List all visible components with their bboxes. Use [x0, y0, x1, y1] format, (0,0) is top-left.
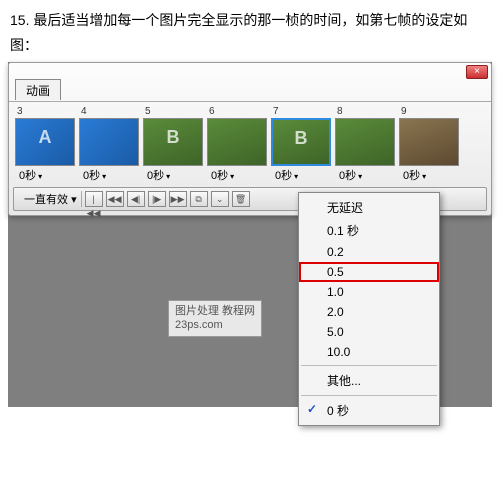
frame-number: 7 [271, 106, 333, 117]
loop-select[interactable]: 一直有效 ▾ [20, 191, 82, 207]
frame-number: 8 [335, 106, 397, 117]
menu-item[interactable]: 5.0 [299, 322, 439, 342]
frame-5[interactable]: 5B0秒 [143, 106, 205, 183]
frame-delay[interactable]: 0秒 [207, 167, 269, 183]
delete-frame-button[interactable]: 🗑 [232, 191, 250, 207]
frame-thumbnail[interactable] [207, 118, 267, 166]
next-frame-button[interactable]: ▶▶ [169, 191, 187, 207]
frame-number: 6 [207, 106, 269, 117]
instruction-text: 15. 最后适当增加每一个图片完全显示的那一桢的时间，如第七帧的设定如图： [0, 0, 500, 64]
frame-9[interactable]: 9 0秒 [399, 106, 461, 183]
menu-item[interactable]: 1.0 [299, 282, 439, 302]
frame-delay[interactable]: 0秒 [143, 167, 205, 183]
new-frame-button[interactable]: ⌄ [211, 191, 229, 207]
check-icon: ✓ [307, 402, 317, 416]
menu-item[interactable]: 0.5 [299, 262, 439, 282]
play-back-button[interactable]: ◀| [127, 191, 145, 207]
delay-context-menu: 无延迟0.1 秒0.20.51.02.05.010.0 其他... ✓0 秒 [298, 192, 440, 426]
menu-item[interactable]: ✓0 秒 [299, 399, 439, 422]
menu-separator [301, 395, 437, 396]
menu-item[interactable]: 其他... [299, 369, 439, 392]
tab-animation[interactable]: 动画 [15, 79, 61, 100]
menu-item[interactable]: 2.0 [299, 302, 439, 322]
screenshot-area: × 动画 3A0秒40秒5B0秒60秒7B0秒80秒90秒 一直有效 ▾ |◀◀… [8, 62, 492, 407]
frame-delay[interactable]: 0秒 [335, 167, 397, 183]
watermark: 图片处理 教程网23ps.com [168, 300, 262, 337]
first-frame-button[interactable]: |◀◀ [85, 191, 103, 207]
frame-7[interactable]: 7B0秒 [271, 106, 333, 183]
menu-item[interactable]: 0.2 [299, 242, 439, 262]
frame-strip: 3A0秒40秒5B0秒60秒7B0秒80秒90秒 [9, 101, 491, 183]
titlebar: × [9, 63, 491, 79]
frame-thumbnail[interactable] [335, 118, 395, 166]
frame-number: 5 [143, 106, 205, 117]
frame-number: 9 [399, 106, 461, 117]
menu-item[interactable]: 0.1 秒 [299, 219, 439, 242]
frame-thumbnail[interactable]: B [271, 118, 331, 166]
close-button[interactable]: × [466, 65, 488, 79]
frame-8[interactable]: 8 0秒 [335, 106, 397, 183]
menu-item[interactable]: 10.0 [299, 342, 439, 362]
frame-thumbnail[interactable]: B [143, 118, 203, 166]
frame-delay[interactable]: 0秒 [79, 167, 141, 183]
frame-3[interactable]: 3A0秒 [15, 106, 77, 183]
tween-button[interactable]: ⧉ [190, 191, 208, 207]
menu-separator [301, 365, 437, 366]
play-button[interactable]: |▶ [148, 191, 166, 207]
menu-item[interactable]: 无延迟 [299, 196, 439, 219]
frame-thumbnail[interactable] [399, 118, 459, 166]
frame-number: 3 [15, 106, 77, 117]
prev-frame-button[interactable]: ◀◀ [106, 191, 124, 207]
frame-delay[interactable]: 0秒 [15, 167, 77, 183]
frame-thumbnail[interactable]: A [15, 118, 75, 166]
frame-6[interactable]: 6 0秒 [207, 106, 269, 183]
frame-thumbnail[interactable] [79, 118, 139, 166]
frame-delay[interactable]: 0秒 [399, 167, 461, 183]
frame-4[interactable]: 4 0秒 [79, 106, 141, 183]
frame-delay[interactable]: 0秒 [271, 167, 333, 183]
frame-number: 4 [79, 106, 141, 117]
tab-row: 动画 [9, 79, 491, 101]
